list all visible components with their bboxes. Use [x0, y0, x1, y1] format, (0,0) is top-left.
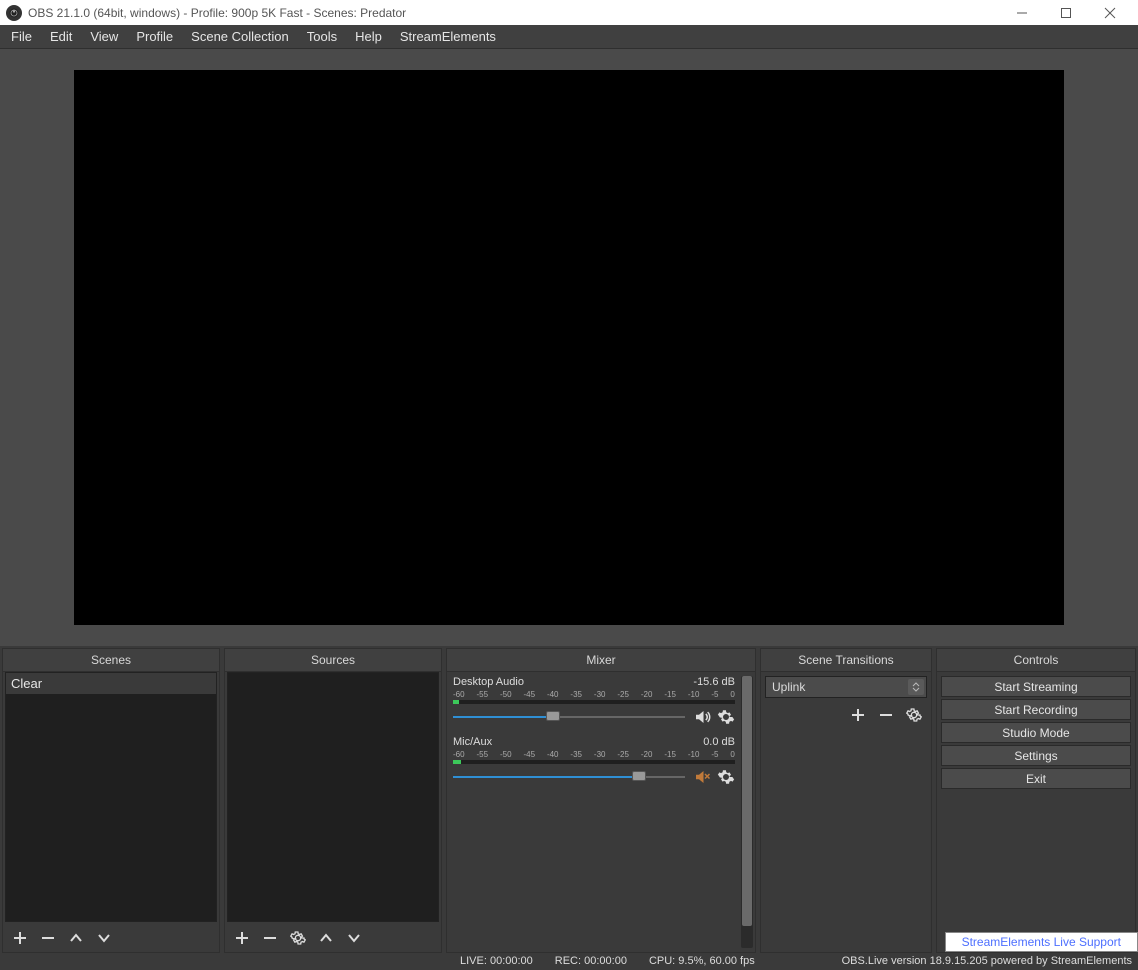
transition-select[interactable]: Uplink — [765, 676, 927, 698]
mixer-volume-slider[interactable] — [453, 774, 685, 780]
mixer-meter — [453, 760, 735, 764]
minimize-button[interactable] — [1000, 0, 1044, 25]
mixer-db-ticks: -60-55-50-45-40-35-30-25-20-15-10-50 — [451, 750, 737, 759]
start-streaming-button[interactable]: Start Streaming — [941, 676, 1131, 697]
transition-remove-button[interactable] — [877, 706, 895, 724]
mixer-meter — [453, 700, 735, 704]
start-recording-button[interactable]: Start Recording — [941, 699, 1131, 720]
close-button[interactable] — [1088, 0, 1132, 25]
dock-sources-header: Sources — [225, 649, 441, 672]
menu-tools[interactable]: Tools — [298, 25, 346, 48]
scenes-list[interactable]: Clear — [5, 672, 217, 922]
mixer-channel-desktop-audio: Desktop Audio -15.6 dB -60-55-50-45-40-3… — [451, 676, 737, 726]
gear-icon[interactable] — [717, 768, 735, 786]
menu-streamelements[interactable]: StreamElements — [391, 25, 505, 48]
status-live: LIVE: 00:00:00 — [460, 955, 533, 967]
window-title: OBS 21.1.0 (64bit, windows) - Profile: 9… — [28, 6, 1000, 20]
menubar: File Edit View Profile Scene Collection … — [0, 25, 1138, 49]
preview-frame — [0, 49, 1138, 646]
dock-mixer: Mixer Desktop Audio -15.6 dB -60-55-50-4… — [446, 648, 756, 953]
spinner-arrows-icon[interactable] — [908, 679, 924, 695]
dock-transitions-header: Scene Transitions — [761, 649, 931, 672]
exit-button[interactable]: Exit — [941, 768, 1131, 789]
speaker-icon[interactable] — [693, 708, 711, 726]
settings-button[interactable]: Settings — [941, 745, 1131, 766]
window-titlebar: OBS 21.1.0 (64bit, windows) - Profile: 9… — [0, 0, 1138, 25]
transition-add-button[interactable] — [849, 706, 867, 724]
dock-scenes-header: Scenes — [3, 649, 219, 672]
mixer-channel-mic-aux: Mic/Aux 0.0 dB -60-55-50-45-40-35-30-25-… — [451, 736, 737, 786]
menu-edit[interactable]: Edit — [41, 25, 81, 48]
dock-controls: Controls Start Streaming Start Recording… — [936, 648, 1136, 953]
speaker-muted-icon[interactable] — [693, 768, 711, 786]
mixer-channel-db: 0.0 dB — [703, 736, 735, 748]
mixer-scrollbar[interactable] — [741, 676, 753, 948]
menu-profile[interactable]: Profile — [127, 25, 182, 48]
status-bar: LIVE: 00:00:00 REC: 00:00:00 CPU: 9.5%, … — [0, 952, 1138, 970]
dock-sources: Sources — [224, 648, 442, 953]
obs-app-icon — [6, 5, 22, 21]
menu-view[interactable]: View — [81, 25, 127, 48]
gear-icon[interactable] — [717, 708, 735, 726]
menu-scene-collection[interactable]: Scene Collection — [182, 25, 298, 48]
transition-properties-button[interactable] — [905, 706, 923, 724]
dock-mixer-header: Mixer — [447, 649, 755, 672]
mixer-volume-slider[interactable] — [453, 714, 685, 720]
mixer-channel-db: -15.6 dB — [693, 676, 735, 688]
dock-scenes: Scenes Clear — [2, 648, 220, 953]
sources-list[interactable] — [227, 672, 439, 922]
mixer-channel-name: Mic/Aux — [453, 736, 492, 748]
status-cpu: CPU: 9.5%, 60.00 fps — [649, 955, 755, 967]
preview-canvas[interactable] — [74, 70, 1064, 625]
menu-file[interactable]: File — [2, 25, 41, 48]
status-rec: REC: 00:00:00 — [555, 955, 627, 967]
mixer-db-ticks: -60-55-50-45-40-35-30-25-20-15-10-50 — [451, 690, 737, 699]
studio-mode-button[interactable]: Studio Mode — [941, 722, 1131, 743]
scene-item[interactable]: Clear — [6, 673, 216, 694]
dock-transitions: Scene Transitions Uplink — [760, 648, 932, 953]
mixer-channel-name: Desktop Audio — [453, 676, 524, 688]
transition-selected-value: Uplink — [772, 680, 805, 694]
menu-help[interactable]: Help — [346, 25, 391, 48]
streamelements-support-link[interactable]: StreamElements Live Support — [945, 932, 1138, 952]
dock-controls-header: Controls — [937, 649, 1135, 672]
maximize-button[interactable] — [1044, 0, 1088, 25]
status-version: OBS.Live version 18.9.15.205 powered by … — [842, 955, 1132, 967]
